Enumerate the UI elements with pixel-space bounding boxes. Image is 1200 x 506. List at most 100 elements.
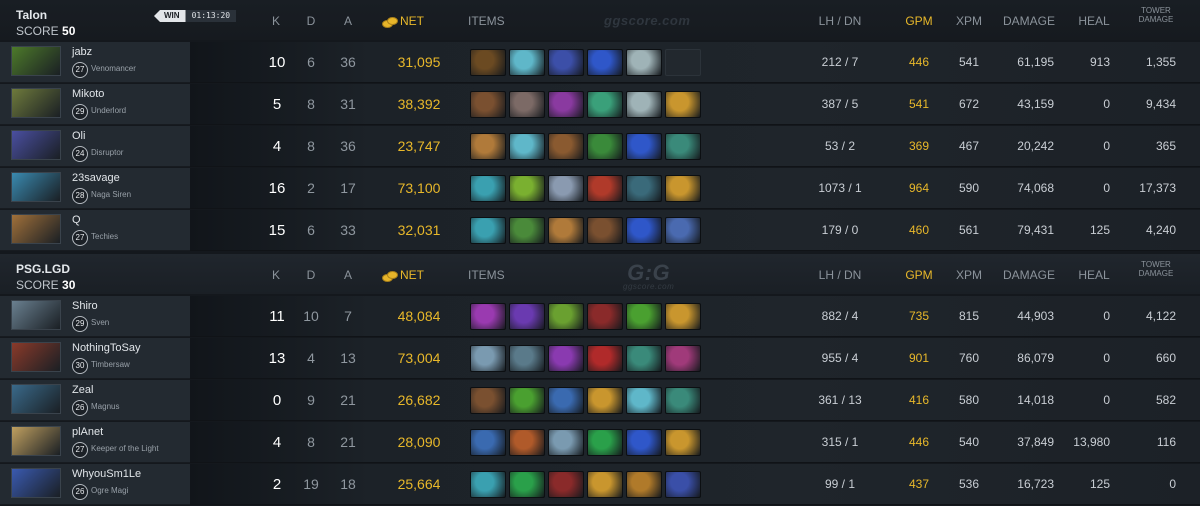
- item-slot[interactable]: [665, 217, 701, 244]
- item-slot[interactable]: [587, 303, 623, 330]
- item-slot[interactable]: [548, 175, 584, 202]
- assists: 36: [340, 138, 356, 154]
- item-slot[interactable]: [626, 91, 662, 118]
- item-slot[interactable]: [626, 387, 662, 414]
- item-slot[interactable]: [665, 175, 701, 202]
- player-name[interactable]: Mikoto: [72, 88, 104, 100]
- win-label: WIN: [154, 10, 186, 22]
- item-slot[interactable]: [548, 91, 584, 118]
- player-row[interactable]: 23savage 28 Naga Siren 16 2 17 73,100 10…: [0, 168, 1200, 210]
- item-slot[interactable]: [470, 345, 506, 372]
- player-row[interactable]: Zeal 26 Magnus 0 9 21 26,682 361 / 13 41…: [0, 380, 1200, 422]
- hero-healing: 13,980: [1073, 435, 1110, 449]
- net-worth: 38,392: [397, 96, 441, 112]
- hero-name: Venomancer: [91, 64, 136, 73]
- player-row[interactable]: jabz 27 Venomancer 10 6 36 31,095 212 / …: [0, 42, 1200, 84]
- item-slot[interactable]: [509, 91, 545, 118]
- player-row[interactable]: WhyouSm1Le 26 Ogre Magi 2 19 18 25,664 9…: [0, 464, 1200, 506]
- item-slots: [470, 345, 701, 372]
- item-slot[interactable]: [470, 217, 506, 244]
- gold-coins-icon: [382, 16, 398, 28]
- header-lhdn: LH / DN: [818, 268, 862, 282]
- item-slot[interactable]: [626, 133, 662, 160]
- item-slot[interactable]: [470, 471, 506, 498]
- player-name[interactable]: Shiro: [72, 300, 98, 312]
- player-name[interactable]: NothingToSay: [72, 342, 141, 354]
- hero-level: 24: [72, 146, 88, 162]
- item-slot[interactable]: [626, 49, 662, 76]
- item-slot[interactable]: [587, 471, 623, 498]
- player-name[interactable]: Q: [72, 214, 81, 226]
- item-slot[interactable]: [548, 217, 584, 244]
- player-info: Zeal 26 Magnus: [0, 380, 190, 421]
- player-row[interactable]: plAnet 27 Keeper of the Light 4 8 21 28,…: [0, 422, 1200, 464]
- item-slot[interactable]: [509, 175, 545, 202]
- item-slot[interactable]: [470, 175, 506, 202]
- item-slot[interactable]: [470, 91, 506, 118]
- item-slot[interactable]: [548, 303, 584, 330]
- item-slot[interactable]: [509, 217, 545, 244]
- item-slot[interactable]: [548, 387, 584, 414]
- player-name[interactable]: 23savage: [72, 172, 120, 184]
- item-slot[interactable]: [665, 133, 701, 160]
- item-slot[interactable]: [587, 91, 623, 118]
- item-slot[interactable]: [587, 133, 623, 160]
- item-slot[interactable]: [587, 217, 623, 244]
- hero-name: Timbersaw: [91, 360, 130, 369]
- tower-damage: 365: [1155, 139, 1176, 153]
- player-row[interactable]: NothingToSay 30 Timbersaw 13 4 13 73,004…: [0, 338, 1200, 380]
- player-info: jabz 27 Venomancer: [0, 42, 190, 83]
- item-slot[interactable]: [548, 345, 584, 372]
- item-slot[interactable]: [665, 429, 701, 456]
- item-slot[interactable]: [509, 429, 545, 456]
- hero-damage: 44,903: [1017, 309, 1054, 323]
- player-row[interactable]: Oli 24 Disruptor 4 8 36 23,747 53 / 2 36…: [0, 126, 1200, 168]
- item-slot[interactable]: [509, 345, 545, 372]
- player-row[interactable]: Shiro 29 Sven 11 10 7 48,084 882 / 4 735…: [0, 296, 1200, 338]
- player-row[interactable]: Q 27 Techies 15 6 33 32,031 179 / 0 460 …: [0, 210, 1200, 252]
- item-slot[interactable]: [548, 49, 584, 76]
- item-slot[interactable]: [509, 303, 545, 330]
- item-slot[interactable]: [665, 471, 701, 498]
- player-name[interactable]: plAnet: [72, 426, 103, 438]
- item-slot[interactable]: [626, 345, 662, 372]
- item-slot[interactable]: [665, 387, 701, 414]
- player-name[interactable]: WhyouSm1Le: [72, 468, 141, 480]
- result-badge: WIN 01:13:20: [154, 10, 237, 22]
- player-row[interactable]: Mikoto 29 Underlord 5 8 31 38,392 387 / …: [0, 84, 1200, 126]
- player-name[interactable]: jabz: [72, 46, 92, 58]
- item-slot[interactable]: [626, 303, 662, 330]
- item-slot[interactable]: [470, 303, 506, 330]
- item-slot[interactable]: [548, 471, 584, 498]
- item-slot[interactable]: [665, 91, 701, 118]
- player-name[interactable]: Zeal: [72, 384, 93, 396]
- item-slot[interactable]: [626, 217, 662, 244]
- item-slot[interactable]: [470, 429, 506, 456]
- item-slot[interactable]: [509, 49, 545, 76]
- item-slot[interactable]: [665, 303, 701, 330]
- item-slot[interactable]: [665, 49, 701, 76]
- item-slot[interactable]: [470, 49, 506, 76]
- item-slot[interactable]: [548, 429, 584, 456]
- item-slots: [470, 217, 701, 244]
- item-slot[interactable]: [509, 133, 545, 160]
- item-slot[interactable]: [587, 49, 623, 76]
- item-slot[interactable]: [509, 387, 545, 414]
- item-slot[interactable]: [665, 345, 701, 372]
- player-name[interactable]: Oli: [72, 130, 85, 142]
- xp-per-minute: 536: [958, 477, 980, 491]
- item-slot[interactable]: [587, 387, 623, 414]
- assists: 7: [344, 308, 352, 324]
- deaths: 8: [307, 434, 315, 450]
- item-slot[interactable]: [626, 471, 662, 498]
- item-slot[interactable]: [587, 429, 623, 456]
- item-slot[interactable]: [470, 133, 506, 160]
- item-slot[interactable]: [626, 429, 662, 456]
- item-slot[interactable]: [587, 345, 623, 372]
- item-slot[interactable]: [509, 471, 545, 498]
- item-slot[interactable]: [587, 175, 623, 202]
- assists: 18: [340, 476, 356, 492]
- item-slot[interactable]: [548, 133, 584, 160]
- item-slot[interactable]: [470, 387, 506, 414]
- item-slot[interactable]: [626, 175, 662, 202]
